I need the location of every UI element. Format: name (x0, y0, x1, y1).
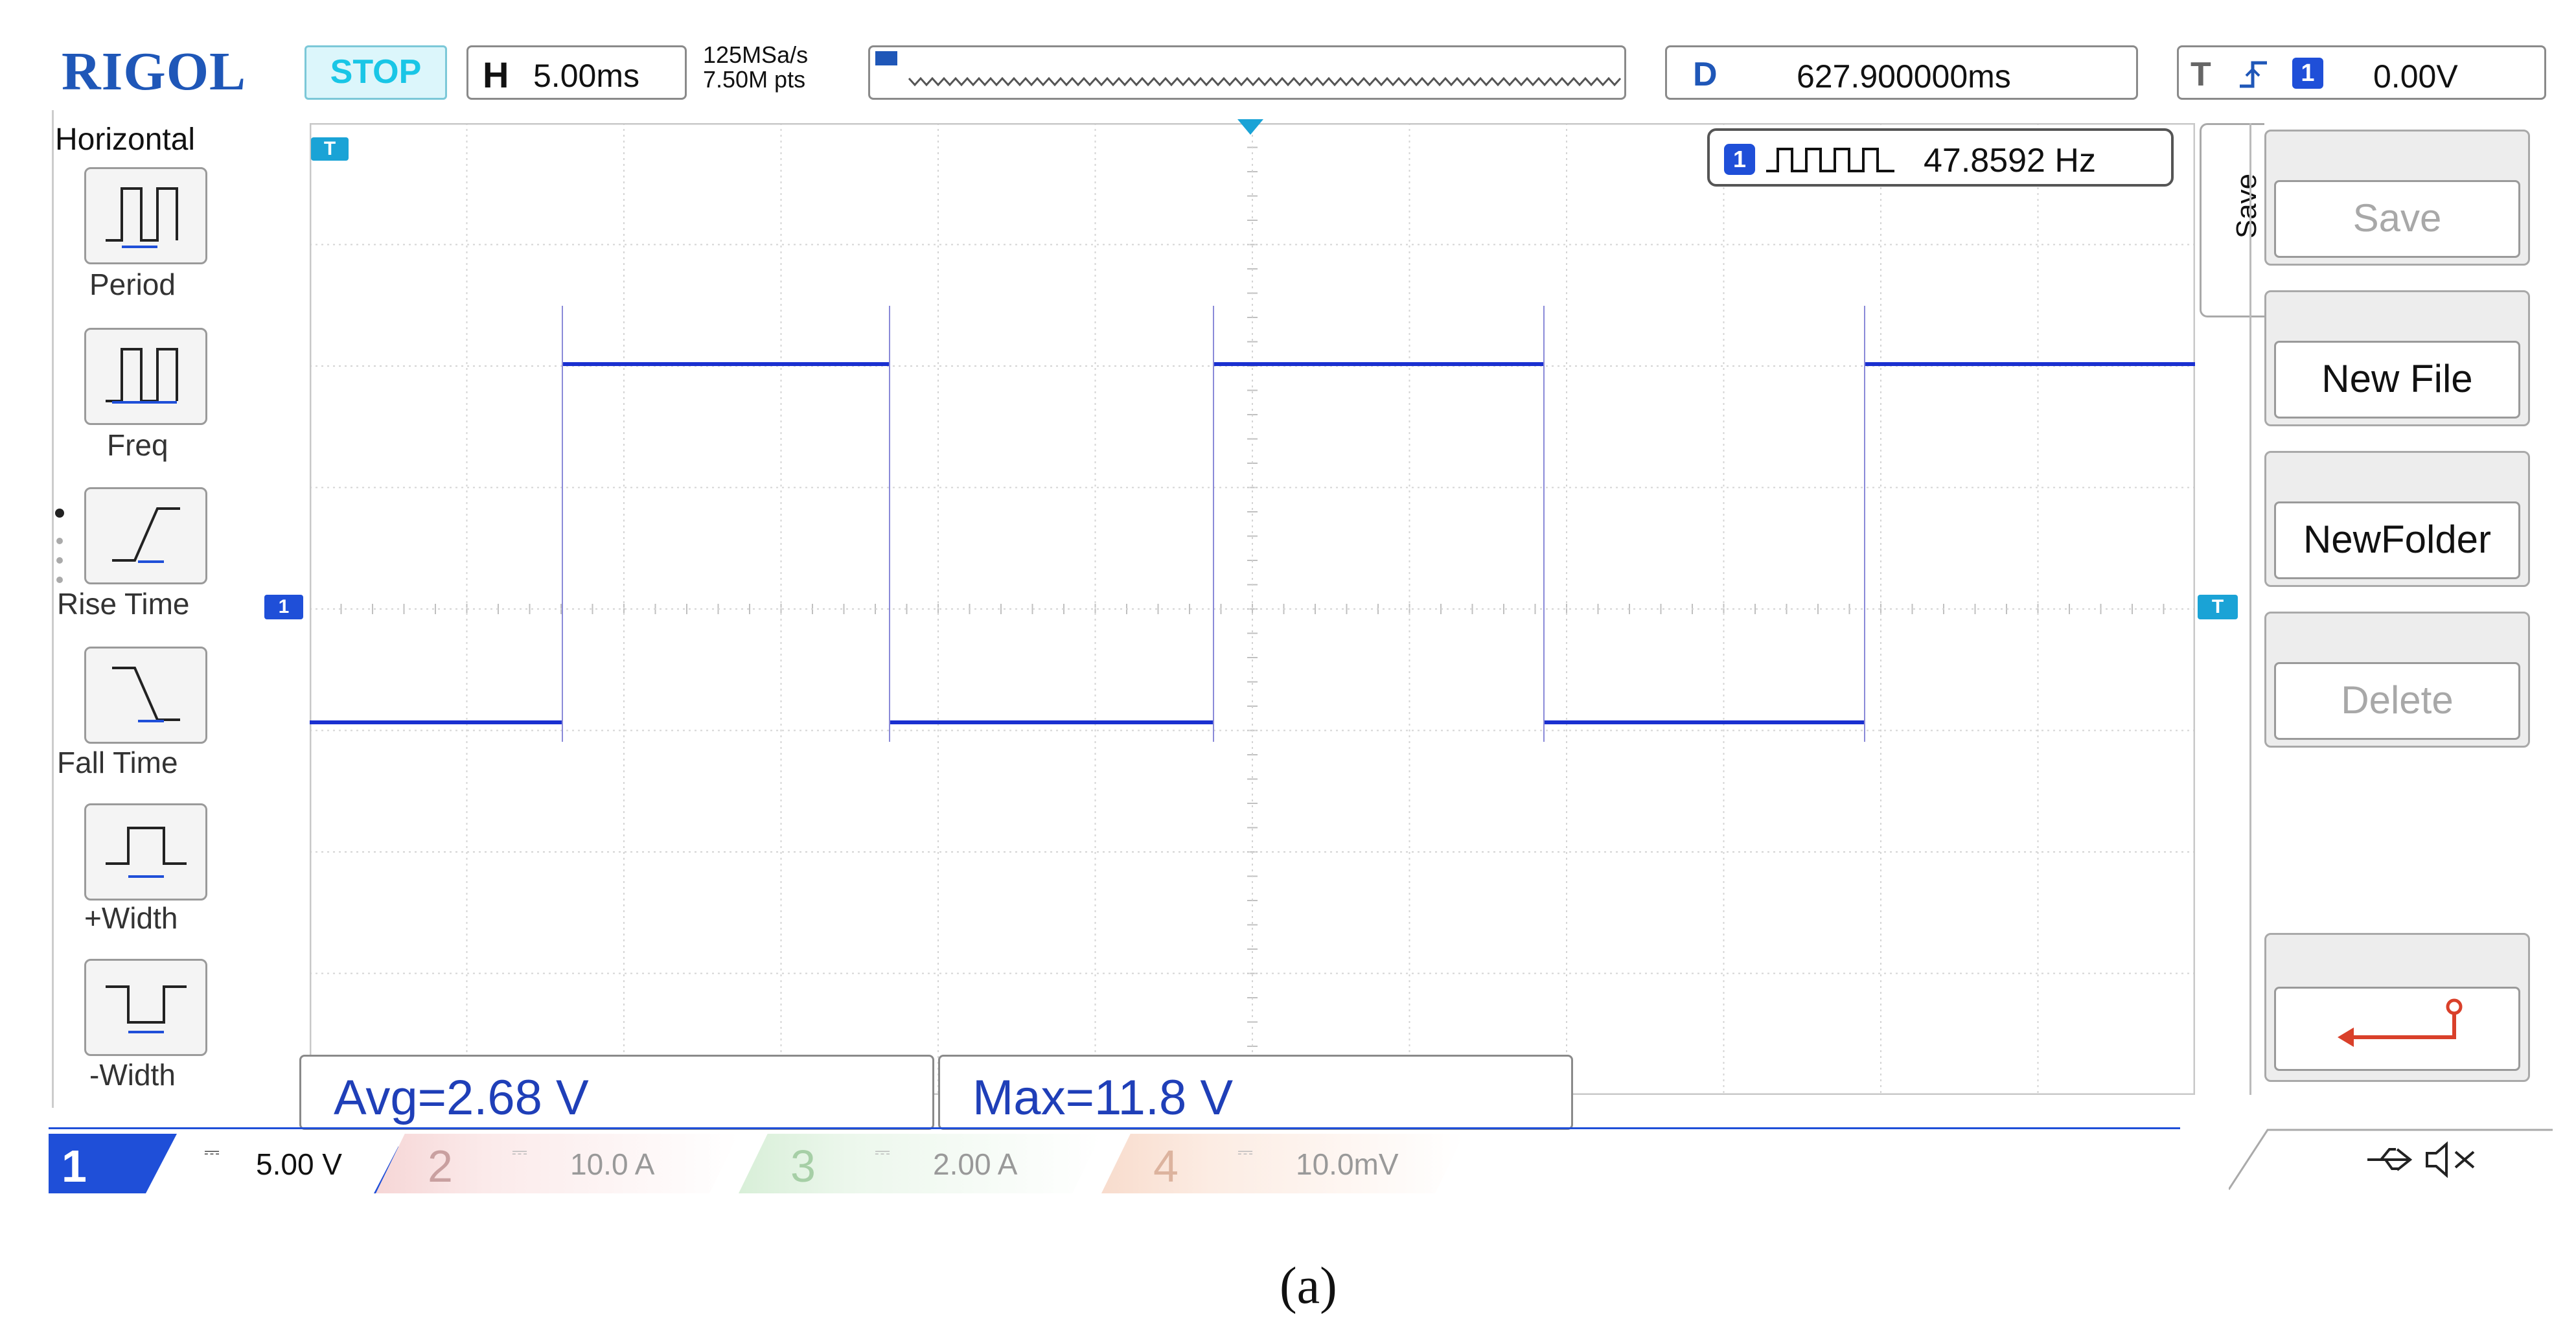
menu-divider (52, 110, 54, 1108)
memory-waveform (908, 76, 1622, 87)
trigger-level: 0.00V (2373, 58, 2458, 95)
delay-box[interactable]: D 627.900000ms (1665, 45, 2138, 100)
back-button-inner (2274, 987, 2520, 1071)
pulse-train-icon (1766, 148, 1894, 172)
new-file-button[interactable]: New File (2264, 290, 2530, 426)
rise-time-label: Rise Time (57, 587, 190, 621)
new-folder-label: NewFolder (2274, 501, 2520, 579)
page-dot (56, 557, 63, 564)
rise-time-button[interactable] (84, 487, 207, 584)
dc-coupling-icon: ⎓ (204, 1142, 220, 1163)
waveform-display[interactable] (309, 122, 2196, 1096)
timebase-box[interactable]: H 5.00ms (466, 45, 687, 100)
counter-channel-badge: 1 (1724, 144, 1755, 175)
timebase-value: 5.00ms (533, 58, 639, 94)
trigger-source-badge: 1 (2292, 58, 2323, 89)
minus-width-label: -Width (89, 1058, 176, 1092)
channel-1-edges (562, 306, 1865, 742)
rise-time-icon (112, 507, 180, 563)
page-dot (56, 538, 63, 544)
save-tab-label: Save (2231, 173, 2263, 239)
dc-coupling-icon: ⎓ (875, 1142, 890, 1163)
trigger-position-icon (1237, 119, 1263, 135)
channel-3-tab[interactable]: 3 ⎓ 2.00 A (739, 1134, 1101, 1193)
page-dot (56, 577, 63, 583)
delete-button[interactable]: Delete (2264, 612, 2530, 748)
max-value: Max=11.8 V (972, 1070, 1234, 1125)
new-folder-button[interactable]: NewFolder (2264, 451, 2530, 587)
menu-title: Horizontal (55, 122, 196, 157)
channel-3-number: 3 (790, 1141, 816, 1191)
run-stop-status[interactable]: STOP (305, 45, 447, 100)
save-button-label: Save (2274, 180, 2520, 258)
delete-label: Delete (2274, 662, 2520, 740)
memory-window-marker (875, 51, 897, 65)
right-menu-divider (2249, 123, 2251, 1095)
channel-1-scale: 5.00 V (256, 1147, 342, 1181)
channel-2-tab[interactable]: 2 ⎓ 10.0 A (376, 1134, 739, 1193)
fall-time-button[interactable] (84, 647, 207, 744)
acquisition-info: 125MSa/s 7.50M pts (703, 43, 808, 92)
fall-time-icon (112, 667, 180, 722)
return-arrow-icon (2338, 998, 2463, 1047)
max-measurement[interactable]: Max=11.8 V (938, 1055, 1573, 1130)
delay-value: 627.900000ms (1797, 58, 2011, 95)
freq-label: Freq (107, 428, 168, 462)
memory-depth: 7.50M pts (703, 66, 806, 93)
save-menu-tab[interactable]: Save (2200, 123, 2264, 317)
sample-rate: 125MSa/s (703, 41, 809, 68)
period-button[interactable] (84, 167, 207, 264)
channel-4-tab[interactable]: 4 ⎓ 10.0mV (1101, 1134, 1490, 1193)
channel-4-number: 4 (1153, 1141, 1179, 1191)
trigger-box[interactable]: T 1 0.00V (2177, 45, 2546, 100)
period-icon (106, 187, 178, 248)
figure-caption: (a) (1280, 1257, 1337, 1315)
avg-value: Avg=2.68 V (334, 1070, 589, 1125)
plus-width-button[interactable] (84, 803, 207, 901)
channel-1-tab[interactable]: 1 ⎓ 5.00 V (49, 1134, 405, 1193)
plus-width-label: +Width (84, 901, 178, 935)
minus-width-button[interactable] (84, 959, 207, 1056)
fall-time-label: Fall Time (57, 746, 178, 779)
memory-overview[interactable] (868, 45, 1626, 100)
channel-bar-line (49, 1127, 2180, 1129)
waveform-grid (309, 122, 2196, 1096)
freq-icon (106, 348, 178, 404)
delay-key: D (1693, 56, 1718, 93)
save-button[interactable]: Save (2264, 130, 2530, 266)
trigger-key: T (2191, 56, 2211, 93)
dc-coupling-icon: ⎓ (512, 1142, 527, 1163)
minus-width-icon (106, 985, 187, 1033)
back-button[interactable] (2264, 933, 2530, 1082)
new-file-label: New File (2274, 341, 2520, 419)
page-dot-active (55, 509, 64, 518)
frequency-counter: 1 47.8592 Hz (1707, 128, 2174, 187)
trigger-level-marker[interactable]: T (2198, 595, 2238, 619)
timebase-key: H (483, 54, 509, 95)
speaker-mute-icon (2426, 1141, 2475, 1178)
rising-edge-icon (2240, 61, 2267, 88)
channel-2-scale: 10.0 A (570, 1147, 655, 1181)
counter-value: 47.8592 Hz (1924, 142, 2096, 179)
memory-overview-wave (875, 51, 1622, 87)
rigol-logo: RIGOL (62, 41, 247, 102)
avg-measurement[interactable]: Avg=2.68 V (299, 1055, 934, 1130)
period-label: Period (89, 268, 176, 301)
plus-width-icon (106, 827, 187, 878)
channel-1-offset-marker[interactable]: 1 (264, 595, 303, 619)
channel-4-scale: 10.0mV (1296, 1147, 1399, 1181)
usb-icon (2367, 1148, 2413, 1171)
channel-2-number: 2 (428, 1141, 453, 1191)
dc-coupling-icon: ⎓ (1237, 1142, 1253, 1163)
channel-1-number: 1 (62, 1141, 87, 1191)
trigger-marker-top: T (311, 137, 349, 161)
freq-button[interactable] (84, 328, 207, 425)
channel-3-scale: 2.00 A (933, 1147, 1018, 1181)
